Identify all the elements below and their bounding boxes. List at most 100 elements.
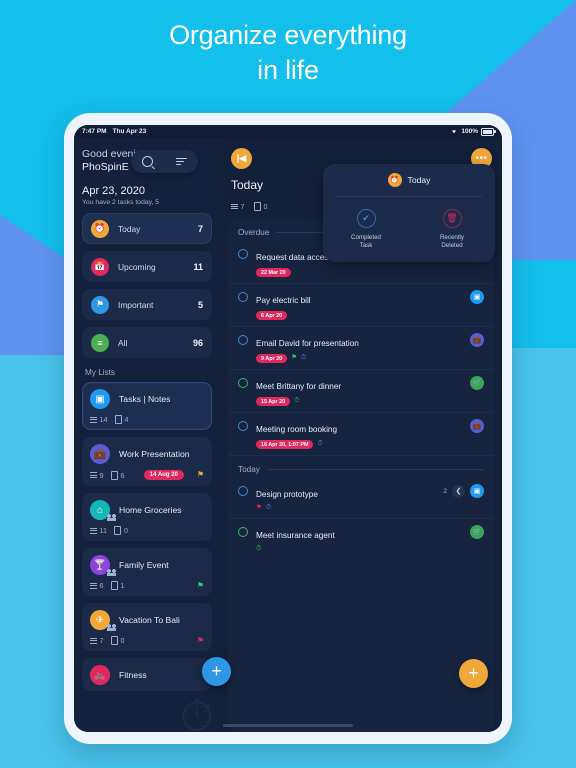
list-card-name: Vacation To Bali	[119, 615, 180, 626]
list-tasks-count: 14	[90, 415, 108, 424]
status-bar-left: 7:47 PM Thu Apr 23	[82, 128, 146, 135]
chevron-left-icon[interactable]: ❮	[452, 484, 465, 498]
popup-action[interactable]: ✔ Completed Task	[323, 209, 409, 251]
check-circle-icon: ✔	[357, 209, 376, 228]
sidebar: ⏱ Good evening PhoSpinE Apr 23, 2020 You…	[74, 138, 220, 732]
sidebar-item-important[interactable]: ⚑ Important 5	[82, 289, 212, 321]
popup-header: ⏰ Today	[323, 173, 495, 196]
task-trailing: 🛒	[470, 524, 484, 539]
popup-actions: ✔ Completed Task 🗑 Recently Deleted	[323, 197, 495, 251]
alarm-clock-icon: ⏱	[256, 544, 262, 552]
task-checkbox[interactable]	[238, 421, 248, 431]
task-body: Meet insurance agent ⏱	[256, 525, 464, 553]
add-task-button[interactable]: +	[459, 659, 488, 688]
popup-action[interactable]: 🗑 Recently Deleted	[409, 209, 495, 251]
add-list-button[interactable]: +	[202, 657, 231, 686]
flag-icon: ⚑	[291, 354, 297, 362]
task-checkbox[interactable]	[238, 249, 248, 259]
sort-icon[interactable]	[175, 157, 187, 166]
sidebar-item-today[interactable]: ⏰ Today 7	[82, 213, 212, 245]
task-title: Meet Brittany for dinner	[256, 382, 342, 391]
main-tasks-count-value: 7	[240, 202, 245, 211]
today-options-popup: ⏰ Today ✔ Completed Task 🗑 Recently Deleted	[323, 164, 495, 262]
search-icon[interactable]	[142, 156, 154, 167]
task-checkbox[interactable]	[238, 486, 248, 496]
sidebar-item-count: 96	[192, 337, 203, 348]
trash-icon: 🗑	[443, 209, 462, 228]
task-row[interactable]: Design prototype ⚑ ⏱ 2 ❮ ▣	[228, 478, 494, 519]
list-card[interactable]: 🍸 Family Event 6 1 ⚑	[82, 548, 212, 597]
monitor-icon: ▣	[470, 484, 484, 498]
page-headline: Organize everything in life	[0, 18, 576, 87]
list-card[interactable]: 🚲 Fitness	[82, 658, 212, 692]
task-trailing: 💼	[470, 419, 484, 433]
task-row[interactable]: Email David for presentation 9 Apr 20 ⚑ ⏱ 💼	[228, 327, 494, 370]
task-row[interactable]: Meet insurance agent ⏱ 🛒	[228, 519, 494, 559]
note-icon	[253, 202, 261, 211]
battery-icon	[481, 127, 496, 136]
task-row[interactable]: Pay electric bill 6 Apr 20 ▣	[228, 284, 494, 327]
task-due-chip: 15 Apr 20	[256, 397, 291, 406]
task-body: Pay electric bill 6 Apr 20	[256, 290, 464, 320]
app-body: ⏱ Good evening PhoSpinE Apr 23, 2020 You…	[74, 138, 502, 732]
groceries-icon: 🛒	[470, 376, 484, 390]
wifi-icon	[450, 128, 458, 136]
collapse-sidebar-button[interactable]: |◀	[231, 148, 252, 169]
monitor-icon: ▣	[470, 290, 484, 304]
search-bar[interactable]	[131, 150, 198, 173]
battery-percent: 100%	[461, 128, 478, 135]
task-section-label: Today	[238, 465, 260, 474]
task-checkbox[interactable]	[238, 292, 248, 302]
list-card[interactable]: ✈ Vacation To Bali 7 0 ⚑	[82, 603, 212, 652]
list-card-meta: 6 1 ⚑	[90, 581, 204, 591]
list-card[interactable]: ▣ Tasks | Notes 14 4	[82, 382, 212, 431]
task-due-chip: 6 Apr 20	[256, 311, 288, 320]
list-lines-icon	[90, 416, 97, 423]
headline-line-2: in life	[257, 54, 319, 85]
list-card[interactable]: ⌂ Home Groceries 11 0	[82, 493, 212, 542]
main-tasks-count: 7	[231, 202, 245, 211]
task-section-header: Today	[228, 456, 494, 478]
task-body: Design prototype ⚑ ⏱	[256, 484, 437, 512]
list-notes-count: 1	[110, 581, 125, 591]
task-meta: ⚑ ⏱	[256, 504, 437, 512]
list-card-header: ⌂ Home Groceries	[90, 500, 204, 522]
sidebar-item-label: Upcoming	[118, 261, 156, 272]
collapse-panel-icon: |◀	[236, 153, 247, 163]
task-due-chip: 16 Apr 20, 1:07 PM	[256, 440, 314, 449]
task-trailing: 🛒	[470, 376, 484, 390]
list-notes-count: 0	[113, 526, 128, 536]
list-lines-icon	[90, 637, 97, 644]
sidebar-item-label: Today	[118, 223, 141, 234]
bicycle-icon: 🚲	[90, 665, 110, 686]
list-notes-count: 4	[114, 415, 129, 425]
list-due-chip: 14 Aug 20	[143, 470, 184, 481]
sidebar-item-upcoming[interactable]: 📅 Upcoming 11	[82, 251, 212, 283]
sidebar-watermark: ⏱	[180, 692, 214, 732]
flag-icon: ⚑	[91, 295, 109, 314]
task-checkbox[interactable]	[238, 335, 248, 345]
sidebar-item-all[interactable]: ≡ All 96	[82, 327, 212, 359]
section-divider	[266, 469, 484, 470]
list-lines-icon	[90, 527, 97, 534]
note-icon	[114, 415, 122, 425]
task-title: Pay electric bill	[256, 296, 311, 305]
list-card-meta: 14 4	[90, 415, 204, 425]
popup-action-label: Completed Task	[351, 234, 381, 250]
headline-line-1: Organize everything	[169, 20, 407, 50]
task-checkbox[interactable]	[238, 526, 248, 537]
task-title: Email David for presentation	[256, 339, 359, 348]
task-row[interactable]: Meet Brittany for dinner 15 Apr 20 ⏱ 🛒	[228, 370, 494, 413]
status-time: 7:47 PM	[82, 128, 107, 135]
alarm-clock-icon: ⏱	[300, 354, 306, 362]
monitor-icon: ▣	[90, 389, 110, 410]
task-checkbox[interactable]	[238, 378, 248, 388]
task-trailing: 💼	[470, 333, 484, 347]
main-notes-count: 0	[253, 202, 268, 211]
list-card[interactable]: 💼 Work Presentation 9 6 14 Aug 20 ⚑	[82, 437, 212, 487]
status-date: Thu Apr 23	[112, 128, 147, 135]
alarm-clock-icon: ⏱	[294, 397, 300, 405]
task-row[interactable]: Meeting room booking 16 Apr 20, 1:07 PM ⏱ 💼	[228, 413, 494, 456]
task-body: Email David for presentation 9 Apr 20 ⚑ ⏱	[256, 333, 464, 363]
airplane-icon: ✈	[90, 610, 116, 632]
